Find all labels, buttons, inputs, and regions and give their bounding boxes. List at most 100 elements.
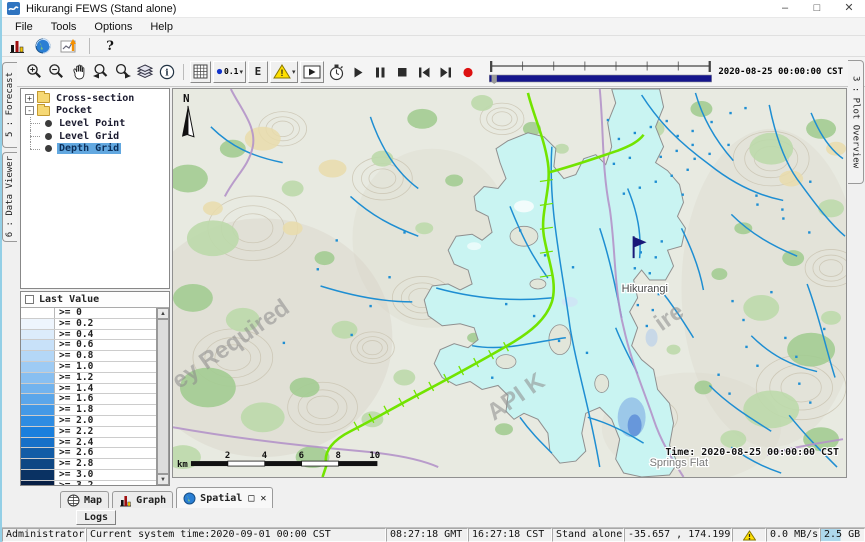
record-button[interactable] — [458, 61, 478, 83]
legend-swatch — [21, 459, 55, 469]
minimize-button[interactable]: – — [769, 0, 801, 17]
menu-help[interactable]: Help — [141, 20, 182, 34]
layers-icon[interactable] — [135, 61, 155, 83]
tree-item-depth-grid[interactable]: Depth Grid — [21, 142, 169, 155]
scroll-up-icon[interactable]: ▲ — [157, 308, 169, 319]
logs-button[interactable]: Logs — [76, 510, 116, 525]
timeseries-dialog-icon[interactable] — [58, 37, 80, 56]
legend-swatch — [21, 384, 55, 394]
status-warning-icon[interactable] — [732, 528, 766, 542]
legend-swatch — [21, 373, 55, 383]
tree-expander-icon[interactable]: + — [25, 94, 34, 103]
status-user: Administrator — [2, 528, 86, 542]
sidebar-tab-plot-overview[interactable]: 3 : Plot Overview — [848, 60, 864, 184]
animation-dialog-button[interactable] — [300, 61, 324, 83]
tab-close-icon[interactable]: ✕ — [260, 493, 266, 504]
legend-value: >= 0 — [55, 308, 156, 318]
timeline-date: 2020-08-25 00:00:00 CST — [718, 67, 843, 77]
legend-panel: Last Value >= 0>= 0.2>= 0.4>= 0.6>= 0.8>… — [20, 291, 170, 486]
legend-button[interactable]: E — [248, 61, 268, 83]
legend-swatch — [21, 330, 55, 340]
next-frame-button[interactable] — [436, 61, 456, 83]
grid-display-button[interactable] — [190, 61, 211, 83]
content-area: +Cross-section- PocketLevel PointLevel Gr… — [2, 87, 865, 486]
legend-swatch — [21, 438, 55, 448]
zoom-previous-icon[interactable] — [91, 61, 111, 83]
tab-maximize-icon[interactable]: □ — [248, 493, 254, 504]
close-button[interactable]: ✕ — [833, 0, 865, 17]
status-network: 0.0 MB/s — [766, 528, 820, 542]
info-icon[interactable]: i — [157, 61, 177, 83]
last-value-checkbox[interactable] — [25, 295, 34, 304]
tree-item-level-point[interactable]: Level Point — [21, 117, 169, 130]
menu-bar: File Tools Options Help — [2, 18, 865, 36]
legend-value: >= 1.4 — [55, 384, 156, 394]
zoom-in-icon[interactable] — [25, 61, 45, 83]
menu-file[interactable]: File — [6, 20, 42, 34]
application-window: Hikurangi FEWS (Stand alone) – □ ✕ File … — [0, 0, 865, 542]
tree-item-label: Depth Grid — [57, 143, 121, 154]
time-slider[interactable] — [487, 59, 714, 85]
menu-tools[interactable]: Tools — [42, 20, 86, 34]
legend-header: Last Value — [21, 292, 169, 308]
tree-expander-icon[interactable]: - — [25, 106, 34, 115]
tree-item-cross-section[interactable]: +Cross-section — [21, 92, 169, 105]
legend-value: >= 2.6 — [55, 448, 156, 458]
map-tab-icon — [67, 494, 80, 507]
stop-button[interactable] — [392, 61, 412, 83]
folder-icon — [37, 106, 50, 116]
bullet-icon — [45, 120, 52, 127]
map-view[interactable]: ey Required API K ire Hikurangi Springs … — [172, 88, 847, 478]
tab-map[interactable]: Map — [60, 491, 109, 508]
legend-swatch — [21, 362, 55, 372]
globe-explorer-icon[interactable] — [32, 37, 54, 56]
svg-text:2: 2 — [225, 451, 230, 461]
window-title: Hikurangi FEWS (Stand alone) — [26, 3, 176, 15]
play-button[interactable] — [348, 61, 368, 83]
legend-swatch — [21, 470, 55, 480]
scroll-down-icon[interactable]: ▼ — [157, 474, 169, 485]
menu-options[interactable]: Options — [85, 20, 141, 34]
toolbar-separator — [183, 64, 184, 80]
tree-item-level-grid[interactable]: Level Grid — [21, 130, 169, 143]
maximize-button[interactable]: □ — [801, 0, 833, 17]
legend-value: >= 2.0 — [55, 416, 156, 426]
legend-value: >= 0.8 — [55, 351, 156, 361]
legend-scrollbar[interactable]: ▲ ▼ — [156, 308, 169, 485]
sidebar-tab-forecast[interactable]: 5 : Forecast — [2, 62, 17, 148]
svg-text:N: N — [183, 92, 190, 105]
tree-item-label: Pocket — [54, 105, 94, 116]
legend-swatch — [21, 340, 55, 350]
status-gmt-time: 08:27:18 GMT — [386, 528, 468, 542]
warning-dropdown[interactable]: ! ▾ — [270, 61, 299, 83]
statistics-icon[interactable] — [6, 37, 28, 56]
main-toolbar: ? — [2, 36, 865, 57]
logs-row: Logs — [2, 508, 865, 527]
time-slider-thumb — [492, 75, 497, 84]
pause-button[interactable] — [370, 61, 390, 83]
status-coordinates: -35.657 , 174.199 — [624, 528, 732, 542]
status-mode: Stand alone — [552, 528, 624, 542]
tab-graph[interactable]: Graph — [112, 491, 173, 508]
previous-frame-button[interactable] — [414, 61, 434, 83]
help-button[interactable]: ? — [99, 37, 121, 56]
tree-item-label: Level Grid — [57, 131, 121, 142]
layer-tree: +Cross-section- PocketLevel PointLevel Gr… — [20, 88, 170, 289]
scrollbar-thumb[interactable] — [157, 319, 169, 474]
bullet-icon — [45, 145, 52, 152]
tab-spatial[interactable]: Spatial □ ✕ — [176, 487, 273, 508]
svg-text:!: ! — [280, 68, 283, 78]
legend-value: >= 2.2 — [55, 427, 156, 437]
zoom-next-icon[interactable] — [113, 61, 133, 83]
pan-hand-icon[interactable] — [69, 61, 89, 83]
timer-icon[interactable] — [326, 61, 346, 83]
left-panel: +Cross-section- PocketLevel PointLevel Gr… — [20, 87, 170, 486]
legend-rows: >= 0>= 0.2>= 0.4>= 0.6>= 0.8>= 1.0>= 1.2… — [21, 308, 156, 485]
classbreak-dropdown[interactable]: 0.1 ▾ — [213, 61, 246, 83]
sidebar-tab-data-viewer[interactable]: 6 : Data Viewer — [2, 152, 17, 242]
zoom-out-icon[interactable] — [47, 61, 67, 83]
svg-text:4: 4 — [262, 451, 267, 461]
tree-item-pocket[interactable]: - Pocket — [21, 105, 169, 118]
legend-swatch — [21, 427, 55, 437]
legend-value: >= 0.4 — [55, 330, 156, 340]
